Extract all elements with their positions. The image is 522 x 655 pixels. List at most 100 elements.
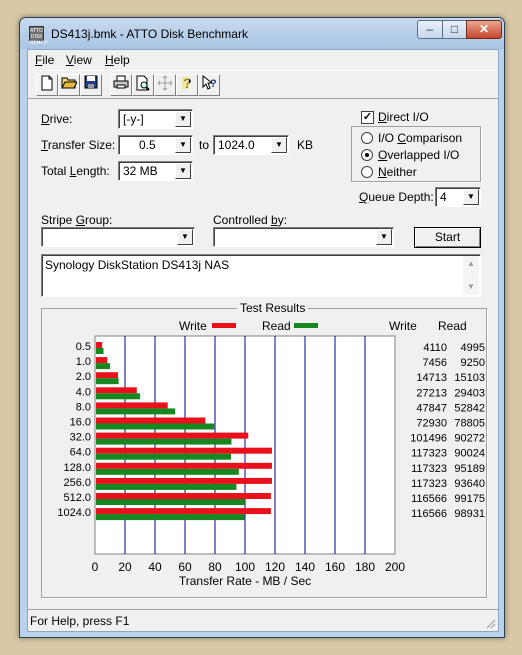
- chevron-down-icon[interactable]: ▼: [376, 229, 392, 245]
- read-value: 90024: [454, 448, 485, 460]
- write-bar: [96, 402, 168, 409]
- menu-file[interactable]: File: [35, 53, 54, 67]
- category-label: 64.0: [70, 447, 91, 459]
- write-bar: [96, 508, 271, 515]
- neither-label[interactable]: Neither: [378, 165, 417, 179]
- write-bar: [96, 493, 271, 499]
- category-label: 512.0: [63, 492, 91, 504]
- category-label: 32.0: [70, 432, 91, 444]
- to-label: to: [199, 138, 210, 152]
- chevron-down-icon[interactable]: ▼: [175, 111, 191, 127]
- minimize-button[interactable]: –: [417, 20, 443, 39]
- help-icon[interactable]: ?: [176, 74, 198, 96]
- write-bar: [96, 477, 272, 484]
- maximize-button[interactable]: □: [442, 20, 467, 39]
- close-button[interactable]: ✕: [466, 20, 502, 39]
- write-value: 27213: [416, 387, 447, 399]
- stripe-group-select[interactable]: ▼: [41, 227, 195, 247]
- x-tick-label: 180: [355, 560, 375, 574]
- category-label: 8.0: [76, 401, 91, 413]
- category-label: 0.5: [76, 341, 91, 353]
- status-bar: For Help, press F1: [28, 609, 498, 631]
- print-preview-icon[interactable]: [132, 74, 154, 96]
- neither-radio[interactable]: [361, 166, 373, 178]
- x-tick-label: 60: [178, 560, 192, 574]
- x-tick-label: 40: [148, 560, 162, 574]
- chevron-down-icon[interactable]: ▼: [175, 137, 191, 153]
- read-bar: [96, 378, 119, 385]
- drive-select[interactable]: [-y-] ▼: [118, 109, 193, 129]
- read-value: 95189: [454, 463, 485, 475]
- write-value: 117323: [411, 448, 447, 460]
- app-window: ATTO DISK BENCH DS413j.bmk - ATTO Disk B…: [19, 17, 505, 638]
- category-label: 2.0: [76, 371, 91, 383]
- queue-depth-select[interactable]: 4 ▼: [435, 187, 481, 207]
- description-text: Synology DiskStation DS413j NAS: [45, 258, 230, 272]
- read-value: 99175: [454, 493, 485, 505]
- write-bar: [96, 342, 103, 348]
- io-comparison-label[interactable]: I/O Comparison: [378, 131, 462, 145]
- atto-app-icon[interactable]: ATTO DISK BENCH: [29, 26, 48, 46]
- read-value: 4995: [461, 342, 485, 354]
- read-value: 52842: [454, 402, 485, 414]
- direct-io-label[interactable]: Direct I/O: [378, 110, 429, 124]
- chevron-down-icon[interactable]: ▼: [175, 163, 191, 179]
- description-scrollbar[interactable]: ▲ ▼: [463, 256, 479, 295]
- menu-help[interactable]: Help: [105, 53, 130, 67]
- read-value: 93640: [454, 478, 485, 490]
- io-comparison-radio[interactable]: [361, 132, 373, 144]
- total-length-label: Total Length:: [41, 164, 110, 178]
- drive-label: Drive:: [41, 112, 73, 126]
- direct-io-checkbox[interactable]: ✓: [361, 111, 374, 124]
- write-value: 14713: [416, 372, 447, 384]
- overlapped-io-radio[interactable]: [361, 149, 373, 161]
- category-label: 16.0: [70, 417, 91, 429]
- x-tick-label: 20: [118, 560, 132, 574]
- write-bar: [96, 417, 206, 424]
- scroll-down-icon[interactable]: ▼: [463, 279, 479, 295]
- scroll-up-icon[interactable]: ▲: [463, 256, 479, 272]
- resize-grip-icon[interactable]: [484, 617, 496, 629]
- svg-text:?: ?: [210, 78, 217, 90]
- write-value: 101496: [410, 433, 447, 445]
- start-button[interactable]: Start: [414, 227, 481, 248]
- overlapped-io-label[interactable]: Overlapped I/O: [378, 148, 459, 162]
- x-tick-label: 80: [208, 560, 222, 574]
- x-tick-label: 140: [295, 560, 315, 574]
- context-help-icon[interactable]: ?: [198, 74, 220, 96]
- category-label: 4.0: [76, 386, 91, 398]
- x-tick-label: 0: [92, 560, 99, 574]
- write-value: 117323: [411, 478, 447, 490]
- test-results-group: Test Results Write Read Write Read 0 20 40…: [41, 301, 487, 598]
- save-icon[interactable]: [80, 74, 102, 96]
- move-icon[interactable]: [154, 74, 176, 96]
- print-icon[interactable]: [110, 74, 132, 96]
- write-value: 116566: [411, 493, 447, 505]
- chevron-down-icon[interactable]: ▼: [271, 137, 287, 153]
- transfer-size-to-select[interactable]: 1024.0 ▼: [213, 135, 289, 155]
- write-bar: [96, 372, 119, 379]
- category-label: 1.0: [76, 356, 91, 368]
- title-bar[interactable]: ATTO DISK BENCH DS413j.bmk - ATTO Disk B…: [20, 18, 504, 49]
- write-value: 7456: [423, 357, 447, 369]
- read-bar: [96, 514, 245, 521]
- read-bar: [96, 408, 176, 415]
- description-textbox[interactable]: Synology DiskStation DS413j NAS ▲ ▼: [41, 254, 481, 297]
- write-bar: [96, 387, 137, 394]
- chevron-down-icon[interactable]: ▼: [177, 229, 193, 245]
- menu-bar: File View Help: [28, 50, 498, 69]
- chevron-down-icon[interactable]: ▼: [463, 189, 479, 205]
- transfer-rate-chart: 0 20 40 60 80 100 120 140 160 180 200 Transfer Rate…: [57, 335, 485, 588]
- kb-unit-label: KB: [297, 138, 314, 152]
- write-bar: [96, 357, 108, 364]
- read-value: 98931: [454, 508, 485, 520]
- read-bar: [96, 483, 237, 490]
- total-length-select[interactable]: 32 MB ▼: [118, 161, 193, 181]
- new-file-icon[interactable]: [36, 74, 58, 96]
- menu-view[interactable]: View: [66, 53, 92, 67]
- transfer-size-from-select[interactable]: 0.5 ▼: [118, 135, 193, 155]
- controlled-by-select[interactable]: ▼: [213, 227, 394, 247]
- open-folder-icon[interactable]: [58, 74, 80, 96]
- read-bar: [96, 499, 245, 505]
- read-value: 29403: [454, 387, 485, 399]
